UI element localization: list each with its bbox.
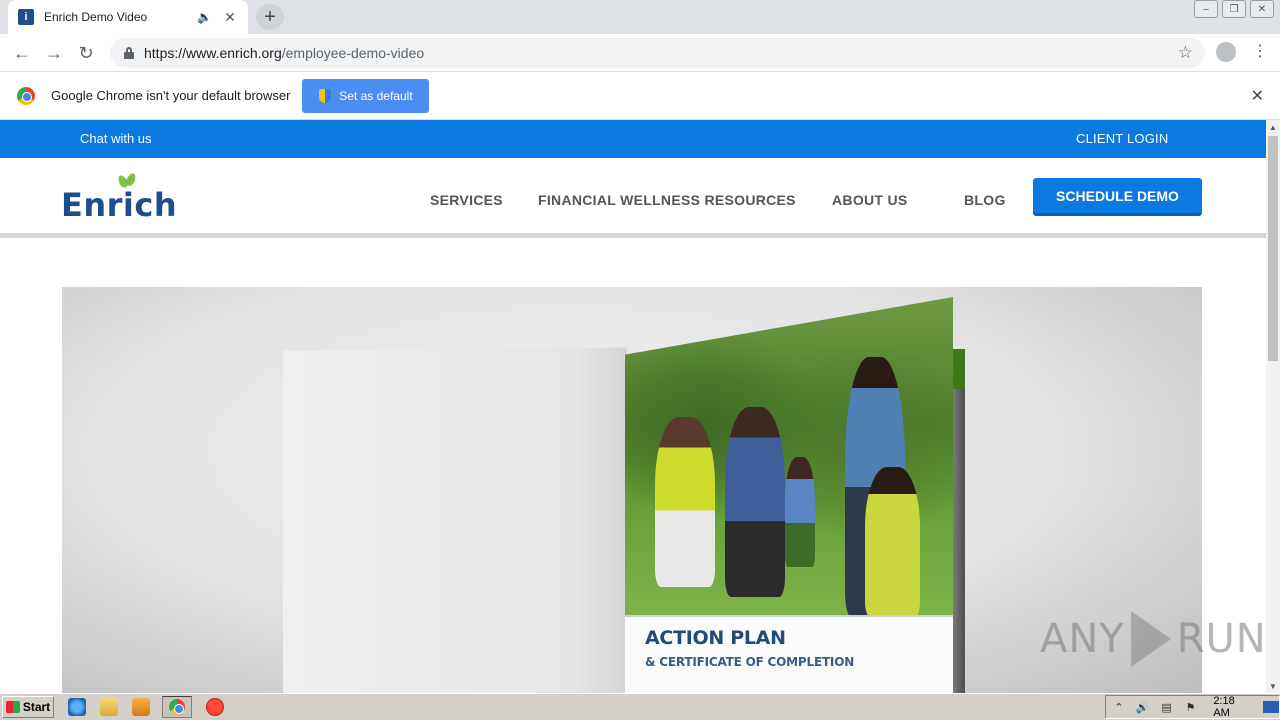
windows-flag-icon [5, 701, 20, 713]
window-controls: – ❐ ✕ [1194, 0, 1274, 18]
url-host: https://www.enrich.org [144, 45, 282, 61]
caption-rule [625, 615, 953, 617]
close-tab-icon[interactable]: ✕ [222, 9, 238, 26]
back-arrow-icon[interactable]: ← [10, 41, 34, 65]
client-login-link[interactable]: CLIENT LOGIN [1076, 131, 1168, 146]
close-infobar-icon[interactable]: ✕ [1251, 86, 1264, 106]
stop-icon[interactable] [206, 698, 224, 716]
book-edge [953, 349, 965, 389]
speaker-icon[interactable]: 🔈 [197, 10, 212, 24]
book-caption: ACTION PLAN & CERTIFICATE OF COMPLETION [645, 627, 854, 669]
scroll-down-arrow-icon[interactable]: ▼ [1266, 679, 1280, 693]
minimize-icon[interactable]: – [1194, 0, 1218, 18]
internet-explorer-icon[interactable] [68, 698, 86, 716]
infobar-message: Google Chrome isn't your default browser [51, 88, 291, 103]
watermark-text-run: RUN [1176, 616, 1266, 662]
caption-subtitle: & CERTIFICATE OF COMPLETION [645, 655, 855, 669]
watermark-text-any: ANY [1040, 616, 1125, 662]
chrome-icon [169, 699, 185, 715]
bookmark-star-icon[interactable]: ☆ [1178, 43, 1193, 63]
tab-strip: i Enrich Demo Video 🔈 ✕ + – ❐ ✕ [0, 0, 1280, 34]
profile-avatar-icon[interactable] [1216, 42, 1236, 62]
anyrun-watermark: ANY RUN [1040, 611, 1266, 667]
browser-tab[interactable]: i Enrich Demo Video 🔈 ✕ [8, 0, 248, 34]
logo-text: Enrich [61, 186, 178, 224]
url-text: https://www.enrich.org/employee-demo-vid… [144, 45, 424, 61]
windows-taskbar: Start ⌃ 🔊 ▤ ⚑ 2:18 AM [0, 693, 1280, 720]
chat-with-us-link[interactable]: Chat with us [80, 131, 152, 146]
page-scrollbar[interactable]: ▲ ▼ [1266, 120, 1280, 693]
action-center-flag-icon[interactable]: ⚑ [1183, 700, 1197, 714]
folder-icon[interactable] [100, 698, 118, 716]
nav-blog[interactable]: BLOG [964, 192, 1006, 208]
nav-financial-wellness-resources[interactable]: FINANCIAL WELLNESS RESOURCES [538, 192, 796, 208]
caption-title: ACTION PLAN [645, 627, 786, 649]
start-label: Start [22, 700, 51, 714]
url-path: /employee-demo-video [281, 45, 425, 61]
figure-boy [725, 407, 785, 597]
set-as-default-button[interactable]: Set as default [302, 78, 430, 113]
book-spine [953, 349, 965, 693]
network-icon[interactable]: ▤ [1160, 700, 1174, 714]
start-button[interactable]: Start [2, 696, 54, 718]
scroll-up-arrow-icon[interactable]: ▲ [1266, 120, 1280, 134]
chrome-logo-icon [17, 86, 35, 105]
address-bar[interactable]: https://www.enrich.org/employee-demo-vid… [110, 38, 1205, 68]
browser-toolbar: ← → ↻ https://www.enrich.org/employee-de… [0, 34, 1280, 72]
play-triangle-icon [1130, 611, 1171, 667]
enrich-logo[interactable]: Enrich [61, 171, 177, 224]
figure-child [785, 457, 815, 567]
book-left-page [283, 347, 627, 693]
site-topbar: Chat with us CLIENT LOGIN [0, 120, 1266, 158]
set-as-default-label: Set as default [339, 88, 413, 103]
demo-video-player[interactable]: ACTION PLAN & CERTIFICATE OF COMPLETION [62, 287, 1202, 693]
new-tab-button[interactable]: + [256, 4, 284, 30]
site-header: Enrich SERVICES FINANCIAL WELLNESS RESOU… [0, 158, 1266, 238]
figure-woman [655, 417, 715, 587]
tab-title: Enrich Demo Video [44, 10, 148, 24]
lock-icon[interactable] [124, 47, 134, 59]
system-tray: ⌃ 🔊 ▤ ⚑ 2:18 AM [1105, 695, 1280, 719]
figure-girl [865, 467, 920, 617]
taskbar-chrome-button[interactable] [162, 696, 192, 718]
forward-arrow-icon[interactable]: → [42, 41, 66, 65]
enrich-favicon-icon: i [18, 9, 34, 25]
scroll-thumb[interactable] [1268, 136, 1278, 361]
shield-icon [319, 88, 332, 103]
reload-icon[interactable]: ↻ [74, 41, 98, 65]
nav-about-us[interactable]: ABOUT US [832, 192, 908, 208]
default-browser-infobar: Google Chrome isn't your default browser… [0, 72, 1280, 120]
close-window-icon[interactable]: ✕ [1250, 0, 1274, 18]
kebab-menu-icon[interactable]: ⋮ [1252, 42, 1268, 62]
tray-expand-icon[interactable]: ⌃ [1112, 700, 1126, 714]
show-desktop-icon[interactable] [1263, 701, 1279, 713]
volume-icon[interactable]: 🔊 [1136, 700, 1150, 714]
family-photo [625, 297, 953, 617]
media-player-icon[interactable] [132, 698, 150, 716]
leaf-icon [124, 171, 138, 188]
schedule-demo-button[interactable]: SCHEDULE DEMO [1033, 178, 1202, 216]
clock[interactable]: 2:18 AM [1213, 695, 1253, 719]
nav-services[interactable]: SERVICES [430, 192, 503, 208]
page-viewport: Chat with us CLIENT LOGIN Enrich SERVICE… [0, 120, 1266, 693]
restore-icon[interactable]: ❐ [1222, 0, 1246, 18]
